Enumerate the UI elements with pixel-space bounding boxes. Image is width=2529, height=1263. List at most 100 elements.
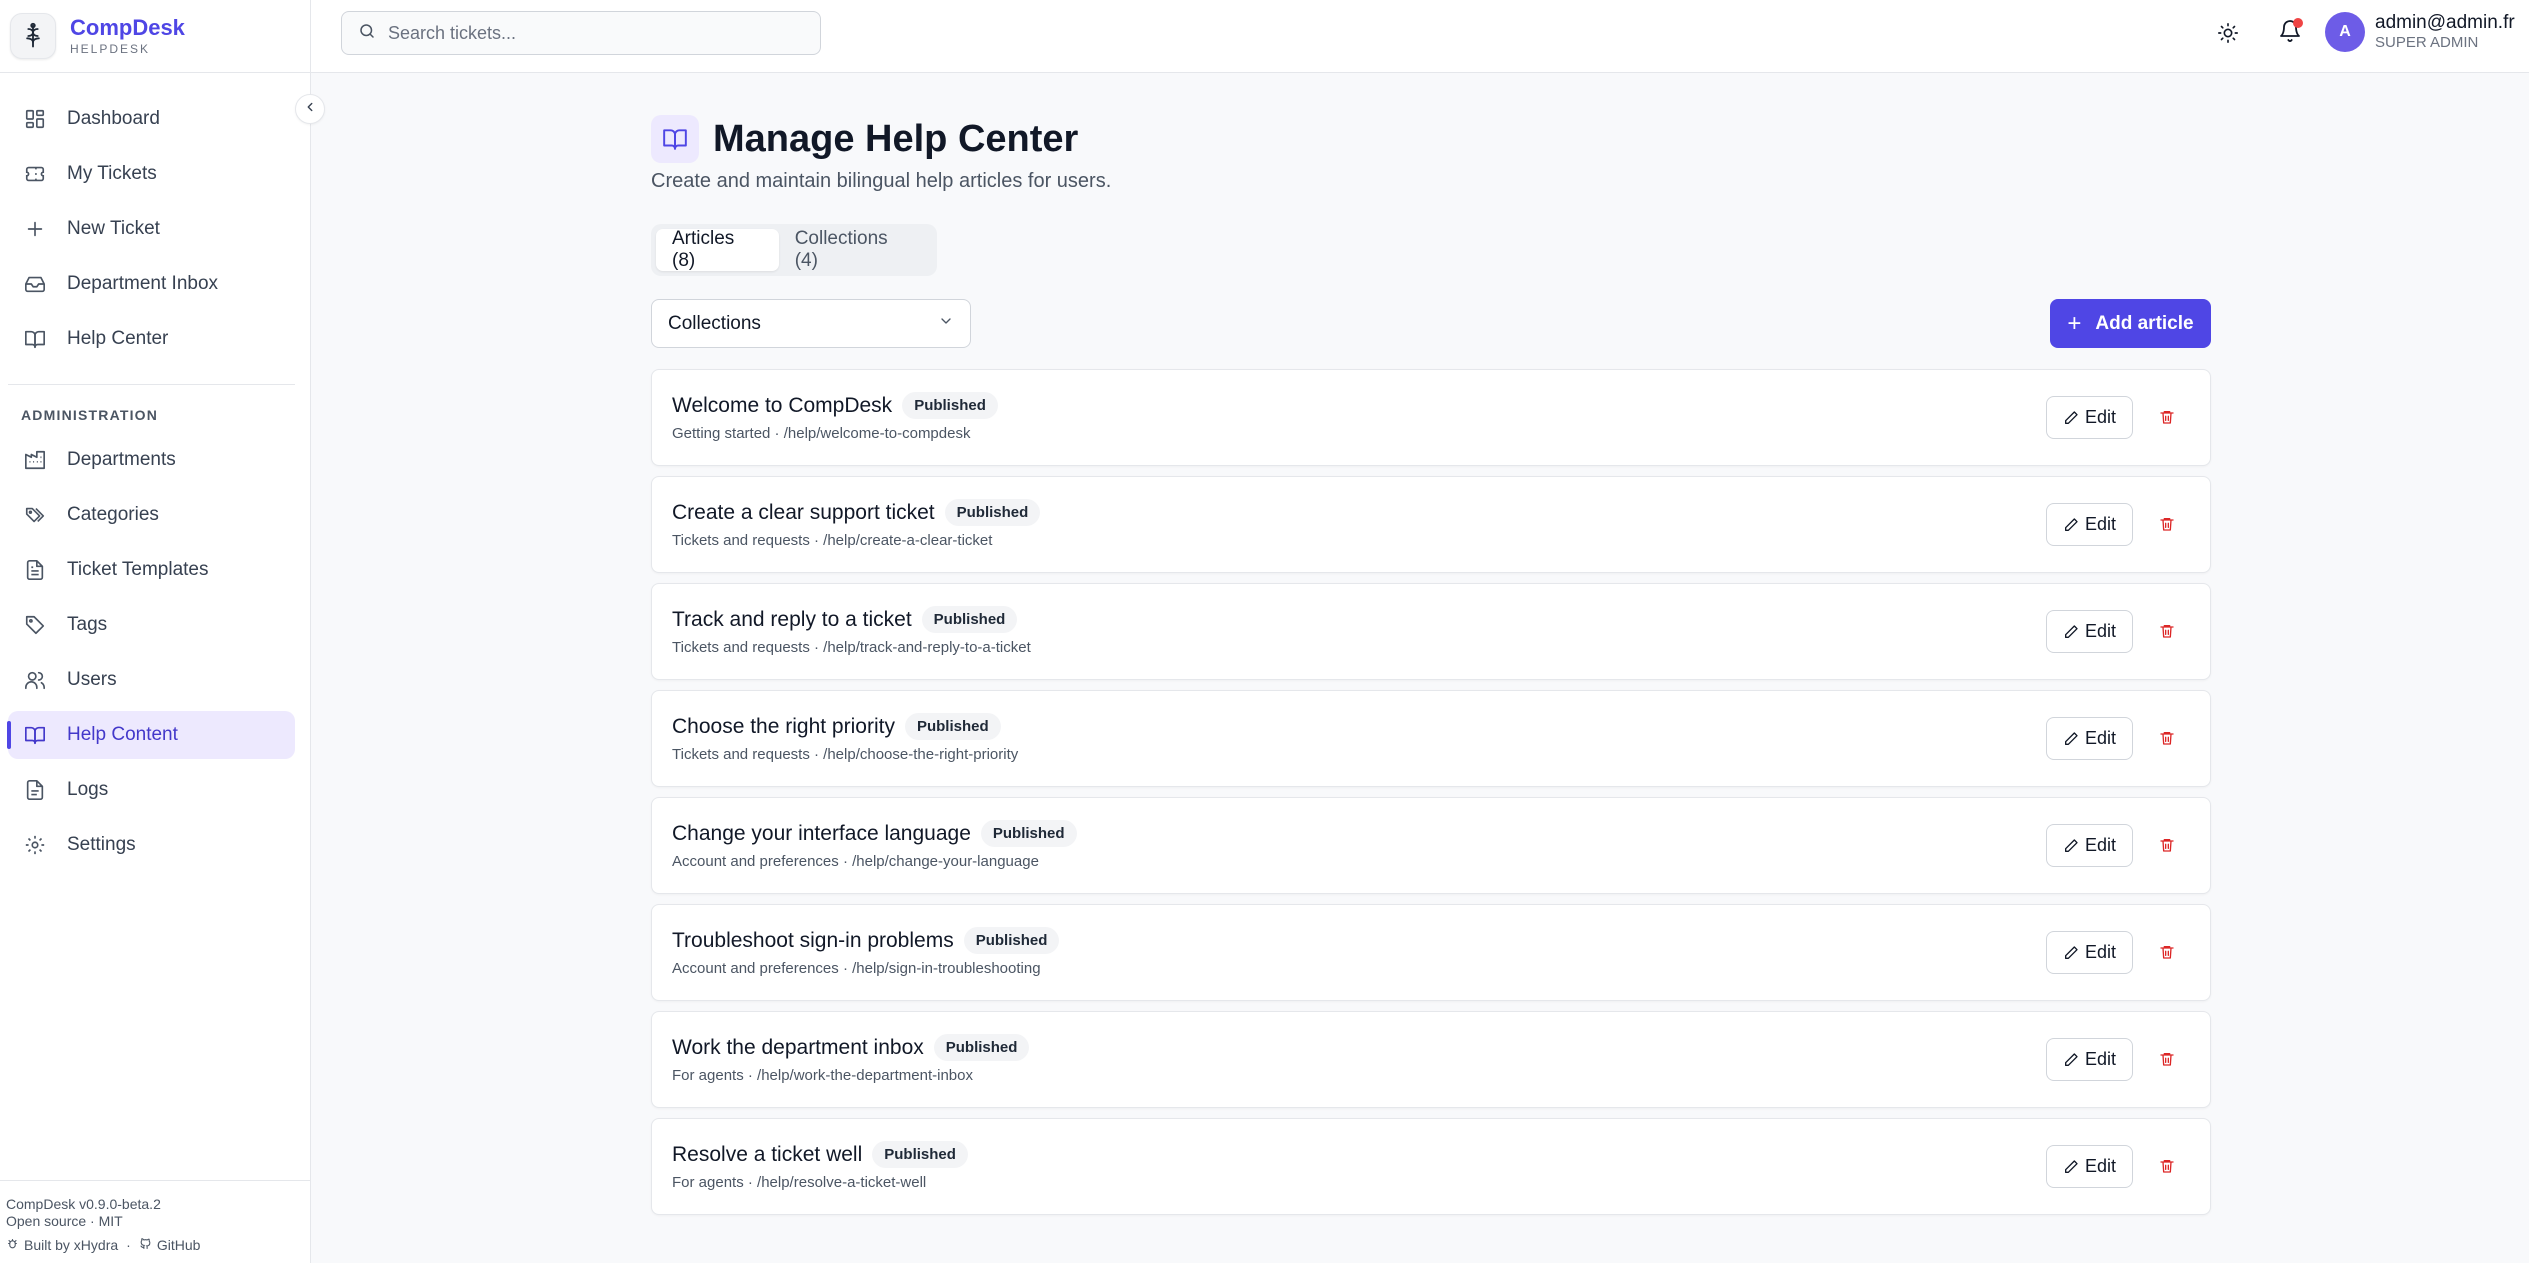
notification-badge xyxy=(2293,18,2303,28)
dashboard-icon xyxy=(22,106,48,132)
sidebar-item-help-center[interactable]: Help Center xyxy=(8,315,295,363)
divider xyxy=(0,1180,311,1181)
sidebar-item-dashboard[interactable]: Dashboard xyxy=(8,95,295,143)
status-badge: Published xyxy=(980,820,1077,847)
status-badge: Published xyxy=(902,392,998,419)
collection-filter-select[interactable]: Collections xyxy=(651,299,971,348)
add-article-button[interactable]: + Add article xyxy=(2050,299,2211,348)
chevron-left-icon xyxy=(303,100,317,119)
edit-button[interactable]: Edit xyxy=(2046,717,2133,760)
article-row[interactable]: Change your interface language Published… xyxy=(651,797,2211,894)
search-input[interactable] xyxy=(388,22,788,44)
article-title: Welcome to CompDesk xyxy=(672,393,893,417)
sidebar-item-my-tickets[interactable]: My Tickets xyxy=(8,150,295,198)
trash-icon xyxy=(2160,839,2174,852)
edit-button[interactable]: Edit xyxy=(2046,1145,2133,1188)
article-title: Resolve a ticket well xyxy=(672,1142,863,1166)
delete-button[interactable] xyxy=(2156,1155,2178,1177)
article-meta: Tickets and requests · /help/track-and-r… xyxy=(672,639,1031,656)
sidebar-item-tags[interactable]: Tags xyxy=(8,601,295,649)
built-by-link[interactable]: Built by xHydra xyxy=(24,1237,118,1253)
sidebar-item-label: Ticket Templates xyxy=(67,559,209,580)
plus-icon: + xyxy=(2067,309,2082,337)
edit-button[interactable]: Edit xyxy=(2046,503,2133,546)
article-row[interactable]: Welcome to CompDesk Published Getting st… xyxy=(651,369,2211,466)
sidebar-item-label: Department Inbox xyxy=(67,273,219,294)
tab-list: Articles (8) Collections (4) xyxy=(651,224,937,276)
pencil-icon xyxy=(2064,1159,2078,1173)
sidebar-item-label: Categories xyxy=(67,504,159,525)
sidebar-item-departments[interactable]: Departments xyxy=(8,436,295,484)
delete-button[interactable] xyxy=(2156,1048,2178,1070)
tag-icon xyxy=(22,612,48,638)
sidebar-item-help-content[interactable]: Help Content xyxy=(7,711,295,759)
article-row[interactable]: Resolve a ticket well Published For agen… xyxy=(651,1118,2211,1215)
edit-button[interactable]: Edit xyxy=(2046,1038,2133,1081)
status-badge: Published xyxy=(963,927,1060,954)
pencil-icon xyxy=(2064,410,2078,424)
edit-label: Edit xyxy=(2084,1049,2117,1069)
edit-button[interactable]: Edit xyxy=(2046,610,2133,653)
app-version: CompDesk v0.9.0-beta.2 xyxy=(6,1196,161,1212)
delete-button[interactable] xyxy=(2156,513,2178,535)
tab-articles[interactable]: Articles (8) xyxy=(656,228,779,271)
pencil-icon xyxy=(2064,945,2078,959)
article-meta: For agents · /help/resolve-a-ticket-well xyxy=(672,1174,927,1191)
sidebar-item-logs[interactable]: Logs xyxy=(8,766,295,814)
avatar: A xyxy=(2325,12,2365,52)
edit-button[interactable]: Edit xyxy=(2046,396,2133,439)
delete-button[interactable] xyxy=(2156,727,2178,749)
delete-button[interactable] xyxy=(2156,620,2178,642)
search-box[interactable] xyxy=(341,11,821,55)
user-menu[interactable]: A admin@admin.fr SUPER ADMIN xyxy=(2325,12,2515,52)
divider xyxy=(8,384,295,385)
trash-icon xyxy=(2160,1053,2174,1066)
delete-button[interactable] xyxy=(2156,406,2178,428)
logo-icon xyxy=(10,13,56,59)
user-email: admin@admin.fr xyxy=(2375,12,2515,33)
sidebar-item-new-ticket[interactable]: New Ticket xyxy=(8,205,295,253)
brand[interactable]: CompDesk HELPDESK xyxy=(10,8,185,64)
edit-button[interactable]: Edit xyxy=(2046,824,2133,867)
sidebar-item-department-inbox[interactable]: Department Inbox xyxy=(8,260,295,308)
github-link[interactable]: GitHub xyxy=(157,1237,201,1253)
collapse-sidebar-button[interactable] xyxy=(295,94,325,124)
notifications-button[interactable] xyxy=(2273,16,2307,50)
user-role: SUPER ADMIN xyxy=(2375,34,2479,51)
brand-subtitle: HELPDESK xyxy=(70,42,151,56)
sidebar-item-label: Dashboard xyxy=(67,108,160,129)
add-article-label: Add article xyxy=(2095,312,2194,334)
tab-collections[interactable]: Collections (4) xyxy=(779,228,932,271)
sidebar-item-users[interactable]: Users xyxy=(8,656,295,704)
gear-icon xyxy=(22,832,48,858)
sidebar-item-ticket-templates[interactable]: Ticket Templates xyxy=(8,546,295,594)
theme-toggle-button[interactable] xyxy=(2211,18,2245,52)
article-title: Choose the right priority xyxy=(672,714,895,738)
page-title: Manage Help Center xyxy=(713,118,1079,160)
article-meta: Account and preferences · /help/change-y… xyxy=(672,853,1039,870)
edit-button[interactable]: Edit xyxy=(2046,931,2133,974)
building-icon xyxy=(22,447,48,473)
article-row[interactable]: Work the department inbox Published For … xyxy=(651,1011,2211,1108)
select-value: Collections xyxy=(668,312,761,334)
sidebar-item-settings[interactable]: Settings xyxy=(8,821,295,869)
license-text: Open source · MIT xyxy=(6,1213,123,1229)
sidebar-item-categories[interactable]: Categories xyxy=(8,491,295,539)
article-row[interactable]: Choose the right priority Published Tick… xyxy=(651,690,2211,787)
users-icon xyxy=(22,667,48,693)
delete-button[interactable] xyxy=(2156,834,2178,856)
edit-label: Edit xyxy=(2084,1156,2117,1176)
article-meta: Account and preferences · /help/sign-in-… xyxy=(672,960,1041,977)
article-row[interactable]: Track and reply to a ticket Published Ti… xyxy=(651,583,2211,680)
separator: · xyxy=(126,1237,131,1253)
article-row[interactable]: Create a clear support ticket Published … xyxy=(651,476,2211,573)
edit-label: Edit xyxy=(2084,835,2117,855)
sidebar-item-label: Tags xyxy=(67,614,108,635)
pencil-icon xyxy=(2064,838,2078,852)
article-row[interactable]: Troubleshoot sign-in problems Published … xyxy=(651,904,2211,1001)
sidebar-item-label: My Tickets xyxy=(67,163,157,184)
trash-icon xyxy=(2160,1160,2174,1173)
edit-label: Edit xyxy=(2084,942,2117,962)
delete-button[interactable] xyxy=(2156,941,2178,963)
article-title: Track and reply to a ticket xyxy=(672,607,912,631)
